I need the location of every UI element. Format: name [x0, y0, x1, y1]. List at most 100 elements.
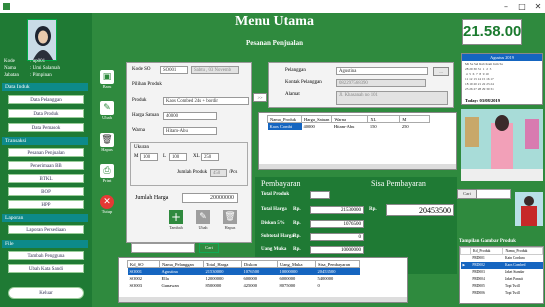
tool-hapus[interactable]: 🗑 Hapus [96, 133, 118, 152]
table-row[interactable]: PRD006 Topi Twill [461, 290, 543, 297]
harga-satuan-input[interactable]: 40000 [163, 112, 217, 120]
order-search-button[interactable]: Cari [199, 243, 219, 253]
menu-ubah-kata-sandi[interactable]: Ubah Kata Sandi [8, 264, 84, 273]
table-row[interactable]: PRD003 Jaket Standar [461, 269, 543, 276]
cell-xl: 150 [369, 123, 377, 129]
produk-select[interactable]: Kaos Combed 24s + bordir [163, 97, 249, 105]
menu-btkl[interactable]: BTKL [8, 174, 84, 183]
pelanggan-more-button[interactable]: ... [433, 67, 449, 76]
title-bar: – □ ✕ [0, 0, 545, 13]
table-row[interactable]: PRD004 Jaket Parasit [461, 276, 543, 283]
cell-uang-muka: 6000000 [279, 275, 296, 281]
cell-kd-produk: PRD004 [472, 277, 485, 281]
cell-kd-produk: PRD005 [472, 284, 485, 288]
cell-harga-satuan: 40000 [303, 123, 315, 129]
pilihan-produk-label: Pilihan Produk [132, 82, 162, 87]
uang-muka-input[interactable]: 10000000 [310, 246, 364, 254]
menu-data-produk[interactable]: Data Produk [8, 109, 84, 118]
table-row[interactable]: ▶ PRD002 Kaos Combed [460, 261, 543, 269]
size-m-label: M [134, 154, 139, 159]
subtotal-input[interactable]: 0 [310, 233, 364, 241]
menu-data-pemasok[interactable]: Data Pemasok [8, 123, 84, 132]
table-row[interactable]: PRD005 Topi Twill [461, 283, 543, 290]
ubah-item-button[interactable]: ✎ Ubah [194, 210, 212, 235]
orders-table-container: Kd_SO Nama_Pelanggan Total_Harga Diskon … [118, 257, 408, 303]
menu-pesanan-penjualan[interactable]: Pesanan Penjualan [8, 148, 84, 157]
minimize-button[interactable]: – [499, 1, 513, 12]
col-kd-produk: Kd_Produk [469, 247, 504, 255]
maximize-button[interactable]: □ [515, 1, 529, 12]
jumlah-produk-input[interactable]: 450 [210, 169, 227, 177]
calendar-today[interactable]: Today: 03/08/2019 [465, 98, 500, 103]
col-nama-pelanggan: Nama_Pelanggan [159, 260, 204, 268]
cell-nama-produk: Jaket Standar [504, 270, 525, 274]
calendar-grid[interactable]: Mi Se Sel Rab Kam Jum Sa 28 29 30 31 1 2… [465, 62, 503, 92]
user-nama-value: : Umi Salamah [30, 66, 60, 71]
size-l-input[interactable]: 100 [169, 153, 187, 161]
ubah-item-label: Ubah [198, 225, 208, 230]
tool-baru[interactable]: ▣ Baru [96, 70, 118, 89]
table-row[interactable]: PRD001 Kain Cordura [461, 255, 543, 262]
tool-print[interactable]: ⎙ Print [96, 164, 118, 183]
left-sidebar: Kode: up001 Nama: Umi Salamah Jabatan: P… [0, 13, 92, 307]
close-button[interactable]: ✕ [531, 1, 545, 12]
cell-nama-pelanggan: Ella [161, 275, 169, 281]
total-harga-input[interactable]: 21530000 [310, 206, 364, 214]
hapus-item-label: Hapus [224, 225, 236, 230]
alamat-input[interactable]: Jl. Khasanah no 101 [336, 91, 448, 105]
user-jabatan-value: : Pimpinan [30, 73, 52, 78]
cell-diskon: 600000 [243, 275, 258, 281]
kontak-input[interactable]: 082297568390 [336, 79, 426, 87]
tambah-button[interactable]: + Tambah [167, 210, 185, 235]
table-row[interactable]: Kaos Combi 40000 Hitam-Abu 150 250 [267, 122, 430, 130]
sisa-pembayaran-value[interactable]: 20453500 [386, 204, 454, 216]
table-row[interactable]: SO002 Ella 12000000 600000 6000000 54000… [128, 275, 360, 282]
order-search-input[interactable] [131, 243, 195, 253]
tool-ubah[interactable]: ✎ Ubah [96, 101, 118, 120]
user-nama-row: Nama: Umi Salamah [4, 66, 60, 71]
user-kode-row: Kode: up001 [4, 59, 45, 64]
tool-tutup[interactable]: ✕ Tutup [96, 195, 118, 214]
diskon-label: Diskon 5% [261, 221, 285, 226]
warna-input[interactable]: Hitam-Abu [163, 127, 217, 135]
diskon-rp: Rp. [293, 221, 301, 226]
hapus-item-button[interactable]: 🗑 Hapus [221, 210, 239, 235]
cell-nama-pelanggan: Gunawan [161, 282, 179, 288]
tool-hapus-label: Hapus [101, 147, 113, 152]
menu-laporan-persediaan[interactable]: Laporan Persediaan [8, 225, 84, 234]
orders-h-scrollbar[interactable] [119, 297, 407, 302]
edit-icon: ✎ [196, 210, 210, 224]
diskon-input[interactable]: 1076500 [310, 220, 364, 228]
table-row[interactable]: SO003 Gunawan 8500000 425000 8075000 0 [128, 282, 360, 289]
total-produk-input[interactable] [310, 191, 330, 199]
size-l-label: L [163, 154, 167, 159]
add-item-button[interactable]: >> [253, 93, 267, 102]
order-date-input[interactable]: Sabtu , 03 Novemb [191, 66, 239, 74]
total-produk-label: Total Produk [261, 192, 290, 197]
form-title: Pesanan Penjualan [246, 39, 303, 47]
size-m-input[interactable]: 100 [140, 153, 158, 161]
items-h-scrollbar[interactable] [259, 164, 456, 169]
cell-kd-produk: PRD003 [472, 270, 485, 274]
jumlah-produk-label: Jumlah Produk [177, 170, 208, 175]
product-search-button[interactable]: Cari [457, 189, 477, 199]
cell-nama-produk: Kain Cordura [504, 256, 525, 261]
menu-penerimaan-bb[interactable]: Penerimaan BB [8, 161, 84, 170]
page-title: Menu Utama [235, 14, 314, 29]
menu-data-pelanggan[interactable]: Data Pelanggan [8, 95, 84, 104]
catalog-table: Kd_Produk Nama_Produk PRD001 Kain Cordura… [460, 247, 543, 297]
logout-button[interactable]: Keluar [8, 287, 84, 299]
edit-icon: ✎ [100, 101, 114, 115]
menu-tambah-pengguna[interactable]: Tambah Pengguna [8, 251, 84, 260]
jumlah-harga-input[interactable]: 20000000 [182, 193, 238, 203]
kode-so-input[interactable]: SO001 [160, 66, 188, 74]
menu-bop[interactable]: BOP [8, 187, 84, 196]
pelanggan-select[interactable]: Agustina [336, 67, 428, 75]
user-avatar [27, 19, 57, 61]
table-row[interactable]: SO001 Agustina 21530000 1076500 10000000… [127, 267, 360, 275]
main-window: – □ ✕ Kode: up001 Nama: Umi Salamah Jaba… [0, 0, 545, 307]
menu-hpp[interactable]: HPP [8, 200, 84, 209]
user-kode-value: : up001 [30, 59, 46, 64]
size-xl-input[interactable]: 250 [201, 153, 219, 161]
calendar[interactable]: Agustus 2019 Mi Se Sel Rab Kam Jum Sa 28… [461, 53, 543, 105]
